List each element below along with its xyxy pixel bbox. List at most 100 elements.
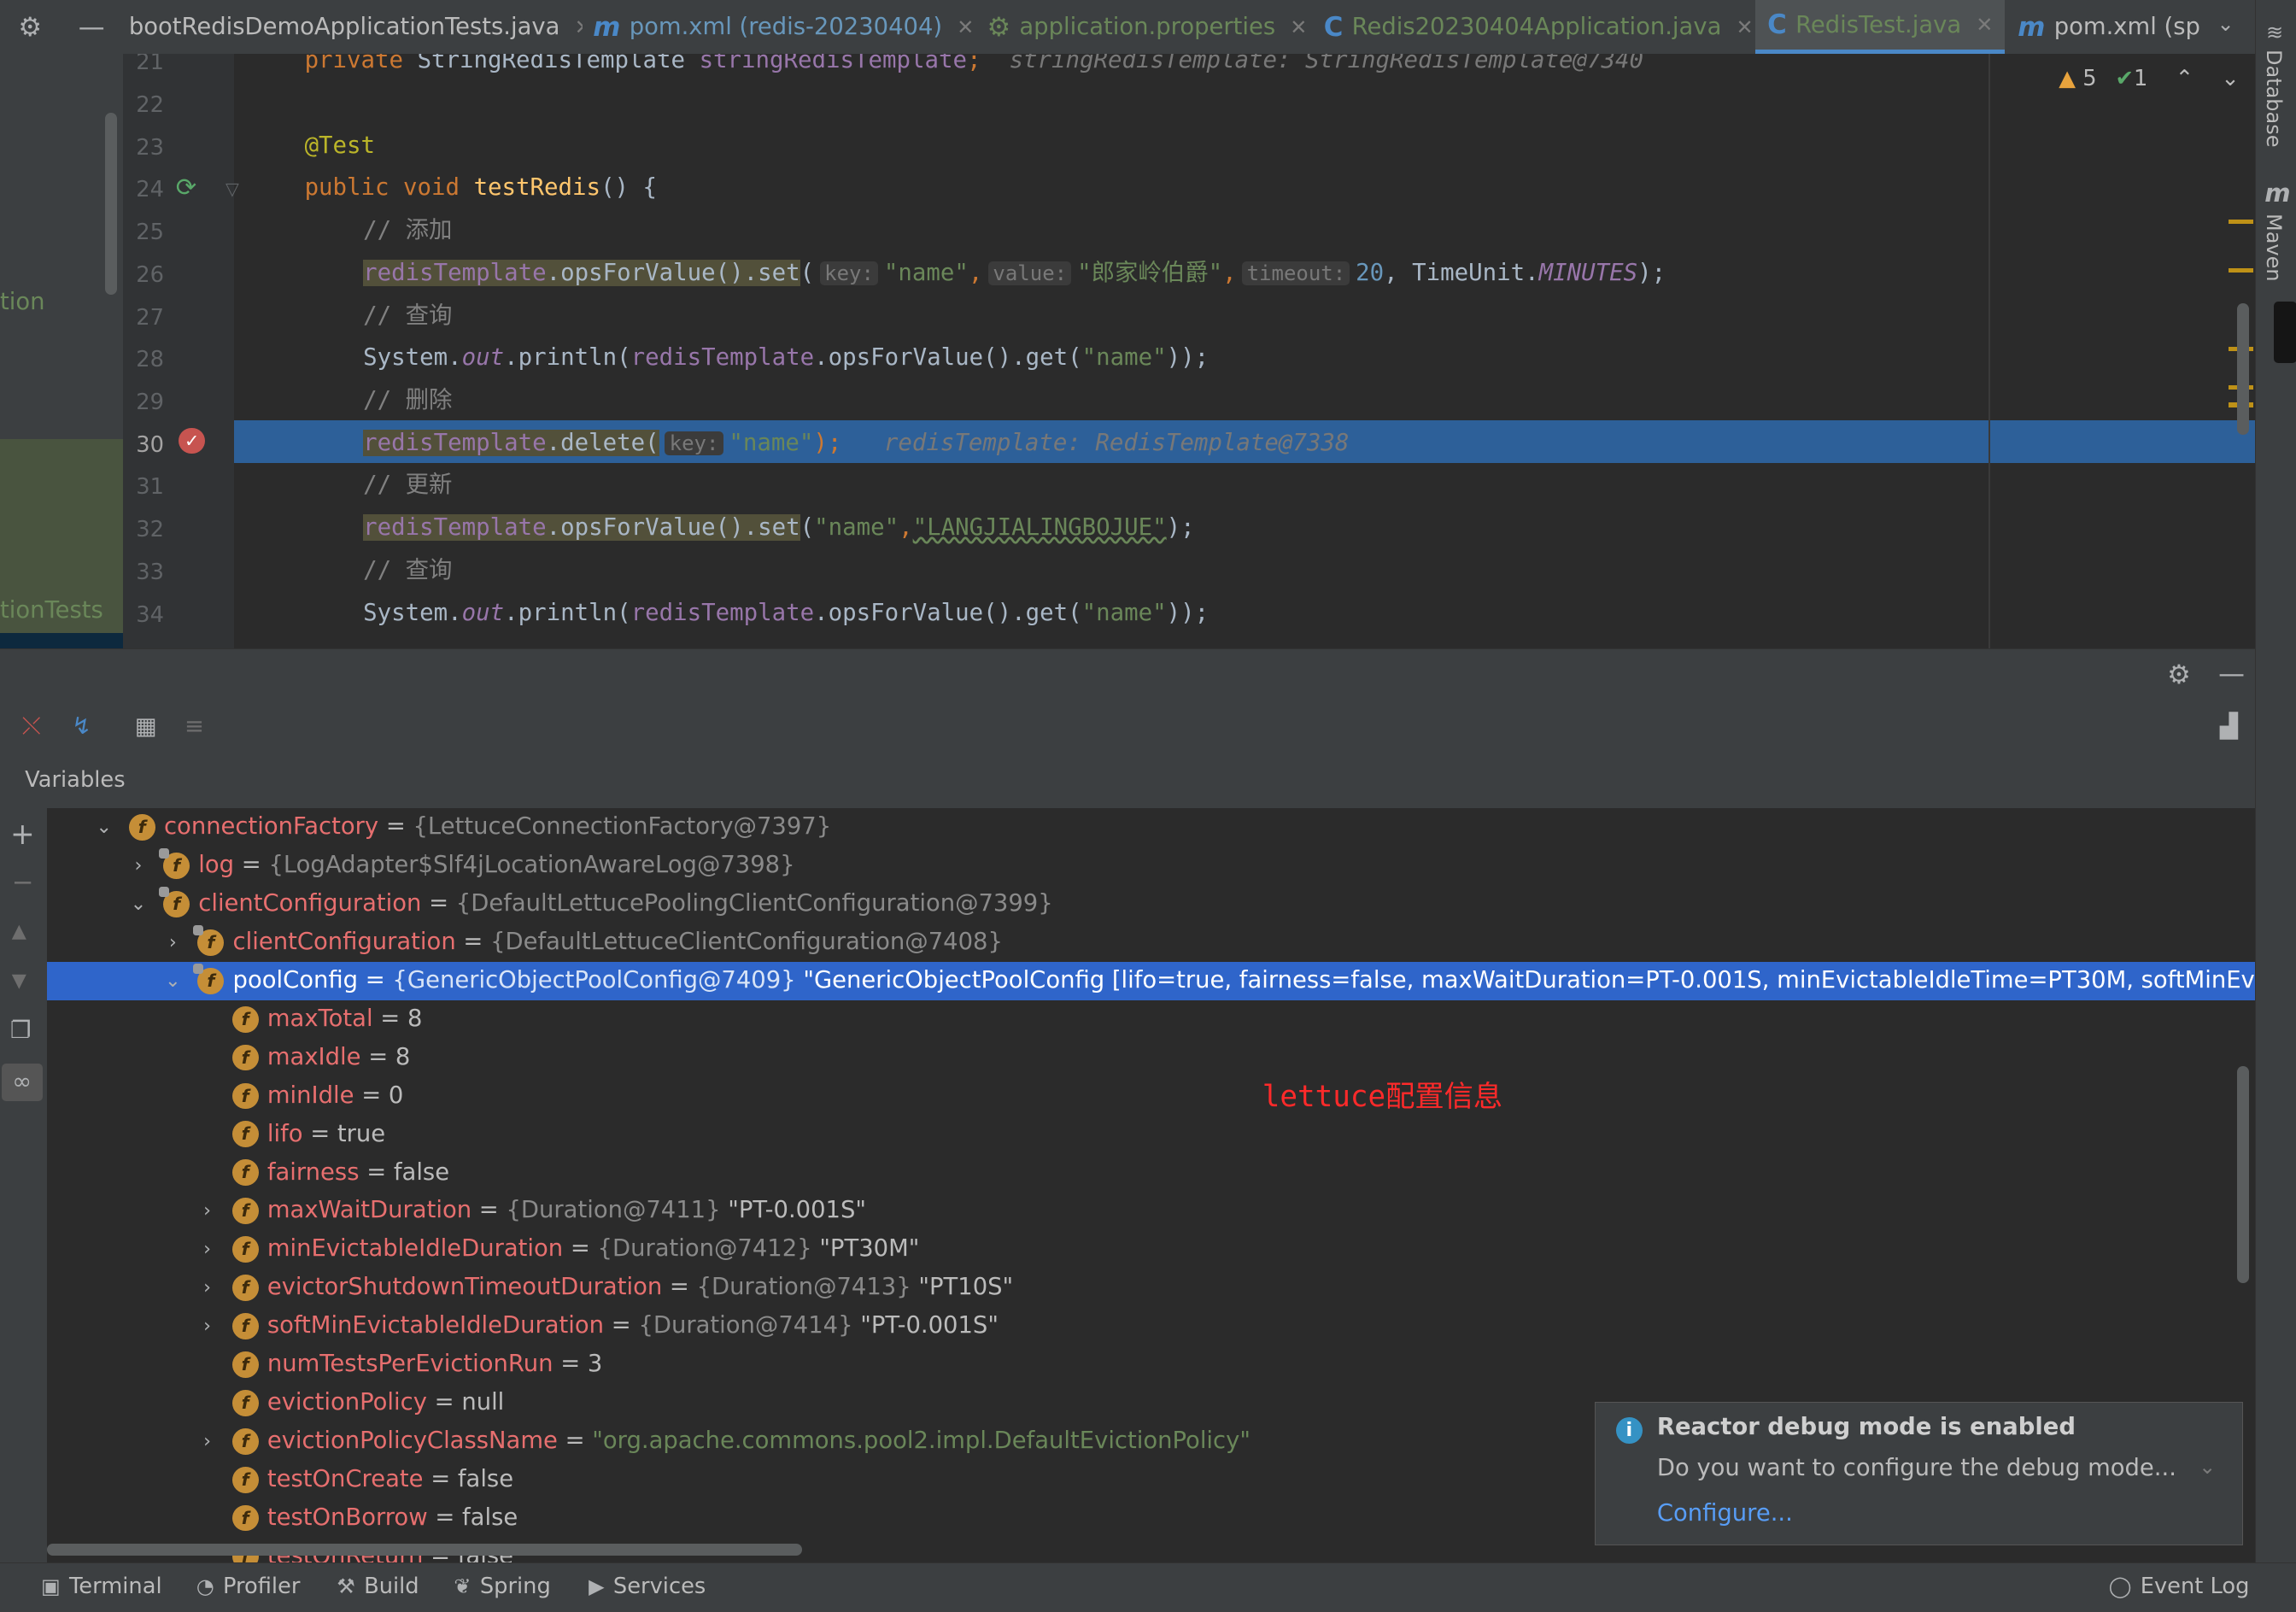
field-icon: f <box>231 1198 259 1225</box>
variable-row[interactable]: › f minEvictableIdleDuration = {Duration@7… <box>47 1230 2255 1269</box>
drop-frame-icon[interactable]: ⤬ <box>22 713 41 741</box>
run-test-icon[interactable]: ⟳ <box>176 173 196 202</box>
glasses-icon[interactable]: ∞ <box>1 1063 43 1102</box>
copy-icon[interactable]: ❐ <box>10 1017 32 1044</box>
code-editor[interactable]: 21 22 23 24 25 26 27 28 29 30 31 32 33 3… <box>123 54 2256 649</box>
minimize-icon[interactable]: — <box>79 12 105 43</box>
tab-pom-xml[interactable]: m pom.xml (redis-20230404) ✕ <box>593 0 976 54</box>
chevron-right-icon[interactable]: › <box>197 1422 218 1461</box>
variable-row[interactable]: › f log = {LogAdapter$Slf4jLocationAwareLo… <box>47 847 2255 885</box>
equals: = <box>372 1005 407 1032</box>
chevron-down-icon[interactable]: ⌄ <box>2221 66 2240 91</box>
variable-row[interactable]: f fairness = false <box>47 1154 2255 1193</box>
inspection-widget[interactable]: ▲ 5 ✔1 ⌃ ⌄ <box>2059 66 2240 91</box>
close-icon[interactable]: ✕ <box>1976 13 1993 37</box>
variable-row[interactable]: › f softMinEvictableIdleDuration = {Durati… <box>47 1307 2255 1345</box>
variable-row[interactable]: ⌄ f poolConfig = {GenericObjectPoolConfig@… <box>46 961 2255 1000</box>
variable-row[interactable]: f numTestsPerEvictionRun = 3 <box>47 1345 2255 1384</box>
variable-row[interactable]: ⌄ f clientConfiguration = {DefaultLettuceP… <box>47 885 2255 923</box>
variable-row[interactable]: › f clientConfiguration = {DefaultLettuceC… <box>47 923 2255 962</box>
chevron-down-icon[interactable]: ⌄ <box>2217 12 2234 36</box>
tab-application-java[interactable]: C Redis20230404Application.java ✕ <box>1324 0 1754 54</box>
gear-icon[interactable]: ⚙ <box>18 12 42 43</box>
variable-ref: {DefaultLettuceClientConfiguration@7408} <box>490 929 1003 956</box>
configure-link[interactable]: Configure... <box>1657 1500 1793 1527</box>
variable-row[interactable]: f maxTotal = 8 <box>47 1000 2255 1039</box>
maven-tool-label[interactable]: Maven <box>2262 214 2286 282</box>
tab-spring-boot-tests[interactable]: bootRedisDemoApplicationTests.java ✕ <box>129 0 583 54</box>
gear-icon[interactable]: ⚙ <box>2167 659 2191 690</box>
add-watch-icon[interactable]: + <box>10 818 35 852</box>
breakpoint-icon[interactable]: ✓ <box>179 427 205 454</box>
variable-text: fairness = false <box>267 1154 449 1193</box>
terminal-tab[interactable]: ▣ Terminal <box>41 1574 162 1599</box>
notification-balloon[interactable]: i Reactor debug mode is enabled Do you w… <box>1594 1401 2244 1545</box>
field-icon: f <box>231 1427 259 1455</box>
chevron-right-icon[interactable]: › <box>197 1192 218 1230</box>
profiler-icon: ◔ <box>196 1574 214 1599</box>
maven-icon[interactable]: m <box>2264 179 2290 208</box>
database-tool-label[interactable]: Database <box>2262 50 2286 148</box>
editor-scrollbar[interactable] <box>2237 302 2250 436</box>
field-icon: f <box>231 1466 259 1493</box>
variable-row[interactable]: f lifo = true <box>47 1116 2255 1154</box>
warning-marker[interactable] <box>2229 220 2254 225</box>
tab-application-properties[interactable]: ⚙ application.properties ✕ <box>987 0 1312 54</box>
field-icon: f <box>231 1275 259 1301</box>
variable-row[interactable]: f minIdle = 0 <box>47 1077 2255 1116</box>
class-icon: C <box>1767 9 1787 41</box>
fold-icon[interactable]: ▽ <box>226 179 239 199</box>
code-line-27: // 查询 <box>363 302 453 329</box>
scrollbar[interactable] <box>2237 1065 2250 1283</box>
close-icon[interactable]: ✕ <box>575 15 583 39</box>
chevron-down-icon[interactable]: ⌄ <box>94 808 114 847</box>
tab-pom-xml-spr[interactable]: m pom.xml (spr <box>2018 0 2202 54</box>
tool-window-indicator[interactable] <box>2273 302 2296 364</box>
chevron-right-icon[interactable]: › <box>197 1230 218 1269</box>
move-up-icon[interactable]: ▲ <box>12 920 26 942</box>
chevron-right-icon[interactable]: › <box>197 1269 218 1307</box>
layout-icon[interactable]: ▟ <box>2220 713 2238 740</box>
close-icon[interactable]: ✕ <box>1290 15 1307 39</box>
project-tree-item[interactable]: tionTests <box>0 597 103 624</box>
variable-name: fairness <box>266 1158 360 1186</box>
chevron-up-icon[interactable]: ⌃ <box>2176 66 2194 91</box>
warning-marker[interactable] <box>2229 267 2254 273</box>
tab-redistest-java[interactable]: C RedisTest.java ✕ <box>1755 0 2005 55</box>
chevron-right-icon[interactable]: › <box>162 923 183 962</box>
database-icon[interactable]: ≋ <box>2266 21 2283 44</box>
horizontal-scrollbar[interactable] <box>46 1543 803 1556</box>
variable-name: log <box>198 852 235 879</box>
scrollbar[interactable] <box>105 112 118 295</box>
variable-value: 0 <box>388 1082 404 1109</box>
profiler-tab[interactable]: ◔ Profiler <box>196 1574 301 1599</box>
tab-label: bootRedisDemoApplicationTests.java <box>128 14 560 41</box>
chevron-down-icon[interactable]: ⌄ <box>2199 1455 2216 1479</box>
code-line-30: redisTemplate.delete(key: "name"); redisT… <box>363 429 1350 456</box>
variable-row[interactable]: f maxIdle = 8 <box>47 1039 2255 1077</box>
variable-row[interactable]: › f maxWaitDuration = {Duration@7411} "PT-… <box>47 1192 2255 1230</box>
close-icon[interactable]: ✕ <box>1737 15 1754 39</box>
chevron-right-icon[interactable]: › <box>128 847 149 885</box>
table-view-icon[interactable]: ▦ <box>135 713 157 740</box>
trace-icon[interactable]: ≡ <box>184 713 204 740</box>
variable-name: numTestsPerEvictionRun <box>266 1351 554 1378</box>
chevron-down-icon[interactable]: ⌄ <box>162 962 183 1000</box>
move-down-icon[interactable]: ▼ <box>12 970 26 992</box>
variable-row[interactable]: › f evictorShutdownTimeoutDuration = {Dura… <box>47 1269 2255 1307</box>
minimize-icon[interactable]: — <box>2218 659 2245 689</box>
close-icon[interactable]: ✕ <box>957 15 974 39</box>
project-tree-item[interactable]: tion <box>0 289 45 315</box>
remove-watch-icon[interactable]: − <box>12 867 34 898</box>
event-log-tab[interactable]: ◯ Event Log <box>2109 1574 2250 1599</box>
chevron-right-icon[interactable]: › <box>197 1307 218 1345</box>
check-icon: ✔ <box>2115 66 2135 92</box>
maven-icon: m <box>593 11 621 43</box>
step-cursor-icon[interactable]: ↯ <box>72 713 91 740</box>
build-tab[interactable]: ⚒ Build <box>337 1574 419 1599</box>
services-tab[interactable]: ▶ Services <box>589 1574 706 1599</box>
hammer-icon: ⚒ <box>337 1574 355 1599</box>
spring-tab[interactable]: ❦ Spring <box>454 1574 550 1599</box>
chevron-down-icon[interactable]: ⌄ <box>128 885 149 923</box>
variable-row[interactable]: ⌄ f connectionFactory = {LettuceConnection… <box>47 808 2255 847</box>
